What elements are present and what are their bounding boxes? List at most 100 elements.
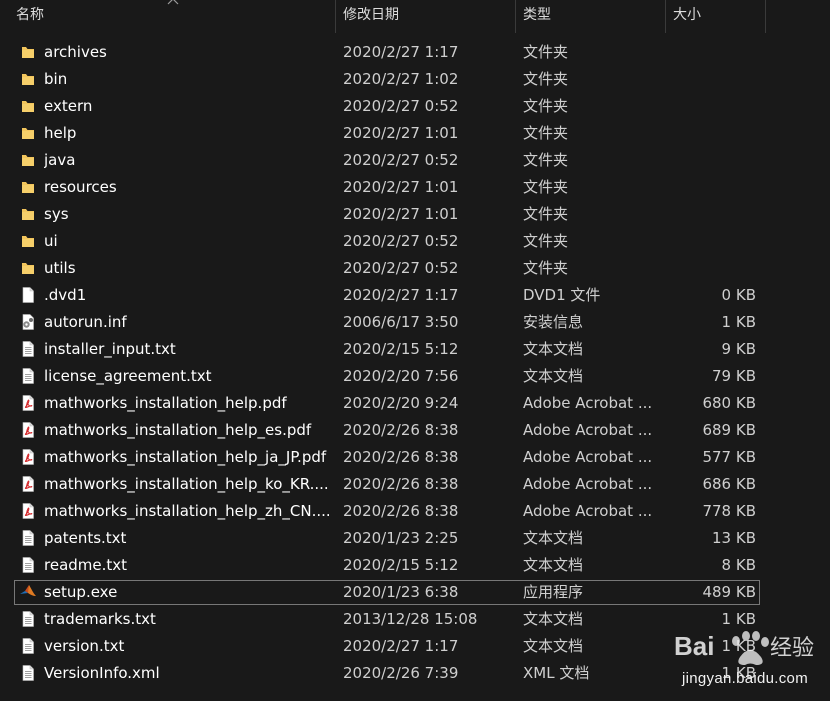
file-size <box>665 174 756 201</box>
file-name: mathworks_installation_help.pdf <box>44 394 287 412</box>
file-date: 2020/2/26 8:38 <box>343 502 459 520</box>
file-row[interactable]: autorun.inf 2006/6/17 3:50 安装信息 1 KB <box>0 309 830 336</box>
file-name: bin <box>44 70 68 88</box>
file-row[interactable]: mathworks_installation_help_es.pdf 2020/2… <box>0 417 830 444</box>
file-row[interactable]: archives 2020/2/27 1:17 文件夹 <box>0 39 830 66</box>
text-file-icon <box>19 610 37 628</box>
column-header-size[interactable]: 大小 <box>665 0 765 33</box>
file-size: 8 KB <box>721 556 756 574</box>
file-size <box>665 39 756 66</box>
text-file-icon <box>19 367 37 385</box>
file-name: VersionInfo.xml <box>44 664 160 682</box>
file-name: .dvd1 <box>44 286 87 304</box>
file-row[interactable]: ui 2020/2/27 0:52 文件夹 <box>0 228 830 255</box>
file-size: 686 KB <box>702 475 756 493</box>
file-date: 2020/1/23 6:38 <box>343 583 459 601</box>
file-row[interactable]: mathworks_installation_help.pdf 2020/2/20… <box>0 390 830 417</box>
file-row-selected[interactable]: setup.exe 2020/1/23 6:38 应用程序 489 KB <box>0 579 830 606</box>
file-row[interactable]: mathworks_installation_help_ja_JP.pdf 202… <box>0 444 830 471</box>
file-type: 文本文档 <box>523 529 584 547</box>
file-name: extern <box>44 97 93 115</box>
matlab-icon <box>19 583 37 601</box>
file-size <box>665 255 756 282</box>
file-row[interactable]: resources 2020/2/27 1:01 文件夹 <box>0 174 830 201</box>
file-name: help <box>44 124 77 142</box>
file-date: 2020/2/27 1:01 <box>343 178 459 196</box>
file-date: 2020/2/20 9:24 <box>343 394 459 412</box>
file-size <box>665 201 756 228</box>
text-file-icon <box>19 637 37 655</box>
file-name: autorun.inf <box>44 313 127 331</box>
file-name: resources <box>44 178 117 196</box>
file-list: archives 2020/2/27 1:17 文件夹 bin 2020/2/27 1:… <box>0 39 830 687</box>
folder-icon <box>19 43 37 61</box>
file-row[interactable]: patents.txt 2020/1/23 2:25 文本文档 13 KB <box>0 525 830 552</box>
file-name: version.txt <box>44 637 125 655</box>
file-row[interactable]: bin 2020/2/27 1:02 文件夹 <box>0 66 830 93</box>
file-row[interactable]: installer_input.txt 2020/2/15 5:12 文本文档 9 K… <box>0 336 830 363</box>
file-type: 文件夹 <box>523 205 569 223</box>
file-row[interactable]: extern 2020/2/27 0:52 文件夹 <box>0 93 830 120</box>
file-date: 2020/2/27 1:17 <box>343 637 459 655</box>
file-type: 文件夹 <box>523 178 569 196</box>
column-header-name[interactable]: 名称 <box>8 0 335 33</box>
file-size <box>665 147 756 174</box>
file-size <box>665 93 756 120</box>
folder-icon <box>19 151 37 169</box>
file-name: archives <box>44 43 107 61</box>
file-type: 文件夹 <box>523 232 569 250</box>
pdf-icon <box>19 394 37 412</box>
watermark-logo-text: Bai <box>674 631 714 661</box>
file-type: 文本文档 <box>523 637 584 655</box>
file-type: 应用程序 <box>523 583 584 601</box>
file-date: 2020/2/27 0:52 <box>343 259 459 277</box>
file-row[interactable]: help 2020/2/27 1:01 文件夹 <box>0 120 830 147</box>
file-date: 2020/2/27 0:52 <box>343 97 459 115</box>
file-row[interactable]: utils 2020/2/27 0:52 文件夹 <box>0 255 830 282</box>
file-date: 2020/2/27 1:17 <box>343 286 459 304</box>
file-name: mathworks_installation_help_es.pdf <box>44 421 312 439</box>
file-name: mathworks_installation_help_zh_CN.... <box>44 502 329 520</box>
file-name: license_agreement.txt <box>44 367 212 385</box>
file-type: 文件夹 <box>523 43 569 61</box>
file-name: java <box>44 151 76 169</box>
file-type: DVD1 文件 <box>523 286 601 304</box>
file-type: 文件夹 <box>523 124 569 142</box>
file-type: 文本文档 <box>523 556 584 574</box>
file-type: 文本文档 <box>523 610 584 628</box>
file-row[interactable]: .dvd1 2020/2/27 1:17 DVD1 文件 0 KB <box>0 282 830 309</box>
file-date: 2006/6/17 3:50 <box>343 313 459 331</box>
watermark-url: jingyan.baidu.com <box>681 670 808 687</box>
file-type: 文件夹 <box>523 97 569 115</box>
file-type: 文本文档 <box>523 340 584 358</box>
file-row[interactable]: readme.txt 2020/2/15 5:12 文本文档 8 KB <box>0 552 830 579</box>
file-row[interactable]: java 2020/2/27 0:52 文件夹 <box>0 147 830 174</box>
folder-icon <box>19 178 37 196</box>
file-name: patents.txt <box>44 529 127 547</box>
column-header-date[interactable]: 修改日期 <box>335 0 515 33</box>
column-header-type[interactable]: 类型 <box>515 0 665 33</box>
file-date: 2020/2/27 0:52 <box>343 151 459 169</box>
file-size: 79 KB <box>712 367 756 385</box>
column-divider[interactable] <box>765 0 766 33</box>
folder-icon <box>19 70 37 88</box>
file-name: setup.exe <box>44 583 118 601</box>
file-size: 0 KB <box>721 286 756 304</box>
file-name: utils <box>44 259 76 277</box>
file-date: 2020/2/20 7:56 <box>343 367 459 385</box>
file-row[interactable]: license_agreement.txt 2020/2/20 7:56 文本文档 7… <box>0 363 830 390</box>
file-date: 2020/2/26 8:38 <box>343 448 459 466</box>
file-date: 2020/2/27 0:52 <box>343 232 459 250</box>
column-header-bar: 名称 修改日期 类型 大小 <box>0 0 830 33</box>
file-type: XML 文档 <box>523 664 590 682</box>
file-type: 文件夹 <box>523 70 569 88</box>
file-type: Adobe Acrobat ... <box>523 475 653 493</box>
file-date: 2020/1/23 2:25 <box>343 529 459 547</box>
file-row[interactable]: mathworks_installation_help_ko_KR.... 202… <box>0 471 830 498</box>
pdf-icon <box>19 448 37 466</box>
file-name: ui <box>44 232 58 250</box>
file-size: 689 KB <box>702 421 756 439</box>
file-row[interactable]: sys 2020/2/27 1:01 文件夹 <box>0 201 830 228</box>
file-row[interactable]: mathworks_installation_help_zh_CN.... 202… <box>0 498 830 525</box>
pdf-icon <box>19 502 37 520</box>
